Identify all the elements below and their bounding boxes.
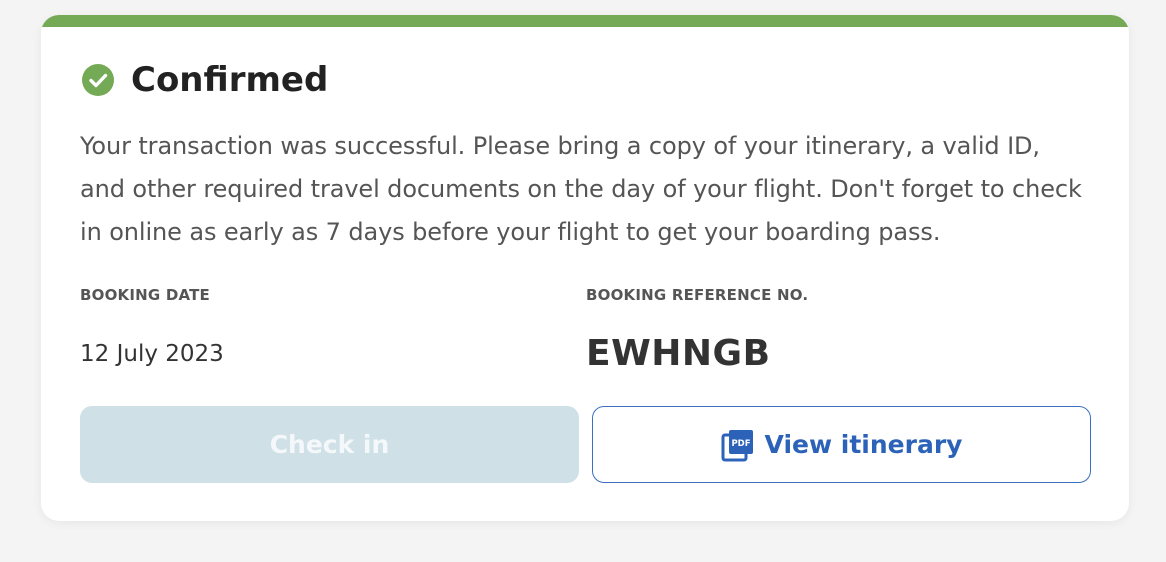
status-bar (41, 15, 1129, 27)
check-in-label: Check in (269, 430, 390, 459)
booking-reference-label: BOOKING REFERENCE NO. (586, 286, 809, 304)
booking-confirmation-card: Confirmed Your transaction was successfu… (41, 15, 1129, 521)
svg-text:PDF: PDF (731, 439, 750, 449)
booking-date-value: 12 July 2023 (80, 341, 224, 367)
confirmation-message: Your transaction was successful. Please … (80, 132, 1082, 246)
check-circle-icon (81, 63, 115, 97)
view-itinerary-label: View itinerary (764, 430, 963, 459)
view-itinerary-button[interactable]: PDF View itinerary (592, 406, 1091, 483)
check-in-button[interactable]: Check in (80, 406, 579, 483)
booking-date-label: BOOKING DATE (80, 286, 211, 304)
status-title: Confirmed (131, 60, 329, 100)
booking-reference-value: EWHNGB (586, 333, 771, 374)
status-header: Confirmed (81, 60, 328, 100)
pdf-icon: PDF (721, 428, 755, 462)
